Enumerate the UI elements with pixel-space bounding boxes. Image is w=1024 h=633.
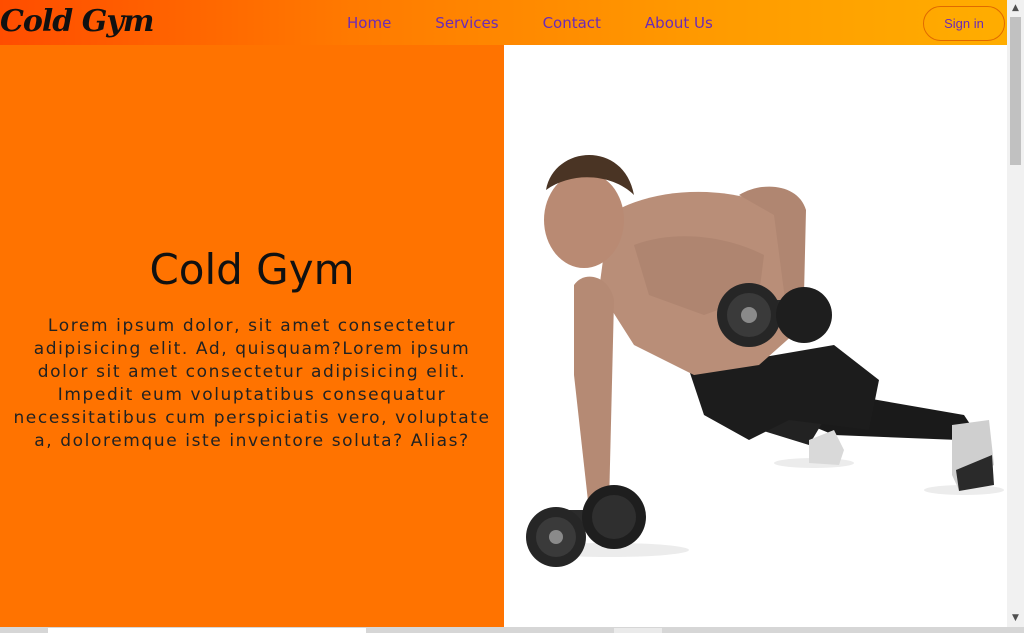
navbar: Cold Gym Home Services Contact About Us …	[0, 0, 1007, 45]
nav-links: Home Services Contact About Us	[347, 0, 757, 45]
nav-link-services[interactable]: Services	[435, 14, 498, 32]
bottom-bar-segment	[614, 628, 662, 633]
vertical-scrollbar-thumb[interactable]	[1010, 17, 1021, 165]
bottom-bar	[0, 627, 1024, 633]
nav-link-contact[interactable]: Contact	[543, 14, 601, 32]
scroll-up-arrow-icon[interactable]: ▲	[1007, 0, 1024, 17]
hero-image-panel	[504, 45, 1007, 627]
scroll-down-arrow-icon[interactable]: ▼	[1007, 610, 1024, 627]
vertical-scrollbar[interactable]: ▲ ▼	[1007, 0, 1024, 627]
hero-title: Cold Gym	[149, 245, 355, 294]
hero-description: Lorem ipsum dolor, sit amet consectetur …	[13, 316, 491, 451]
nav-link-home[interactable]: Home	[347, 14, 391, 32]
sign-in-button[interactable]: Sign in	[923, 6, 1005, 41]
athlete-pushup-image	[526, 155, 1004, 567]
hero-left-panel: Cold Gym Lorem ipsum dolor, sit amet con…	[0, 45, 504, 627]
bottom-bar-segment	[48, 628, 366, 633]
nav-link-about[interactable]: About Us	[645, 14, 713, 32]
site-logo[interactable]: Cold Gym	[0, 4, 154, 39]
